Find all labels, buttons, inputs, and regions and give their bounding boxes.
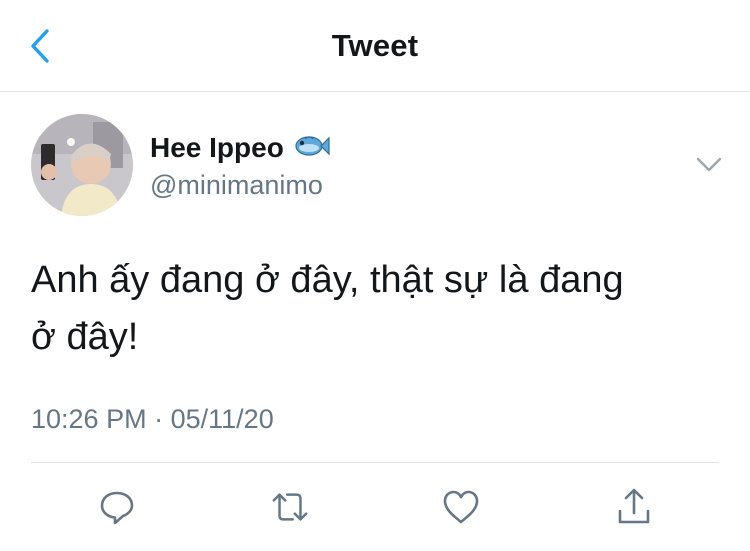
divider [31,462,719,463]
tweet-time: 10:26 PM [31,404,147,434]
fish-icon [294,133,330,164]
chevron-down-icon [696,157,722,172]
share-upload-icon [618,488,650,524]
action-bar [0,487,750,527]
reply-button[interactable] [97,487,137,527]
retweet-arrows-icon [272,493,308,521]
navigation-bar: Tweet [0,0,750,92]
avatar-photo [31,114,133,216]
page-title: Tweet [331,28,419,63]
tweet-date: 05/11/20 [170,404,274,434]
heart-outline-icon [443,490,479,524]
avatar[interactable] [31,114,133,216]
user-handle[interactable]: @minimanimo [150,170,323,201]
tweet-text: Anh ấy đang ở đây, thật sự là đang ở đây… [31,252,671,366]
meta-separator: · [154,404,164,434]
like-button[interactable] [441,487,481,527]
tweet-text-line: Anh ấy đang ở đây, thật sự là đang [31,259,624,301]
display-name[interactable]: Hee Ippeo [150,132,284,164]
share-button[interactable] [614,487,654,527]
speech-bubble-icon [100,491,134,525]
tweet-timestamp: 10:26 PM · 05/11/20 [31,404,274,435]
retweet-button[interactable] [270,487,310,527]
tweet-text-line: ở đây! [31,316,139,358]
more-options-button[interactable] [694,152,724,176]
